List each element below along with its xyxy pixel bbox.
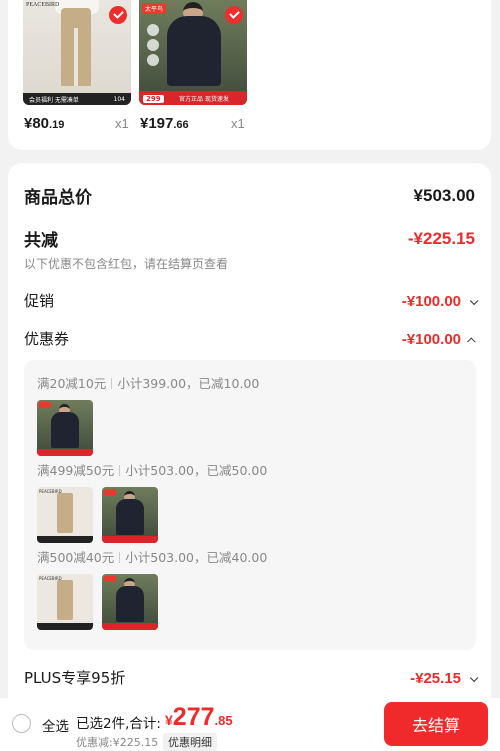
coupon-value-group: -¥100.00 [401, 329, 476, 348]
total-reduce-label: 共减 [24, 231, 58, 251]
coupon-row[interactable]: 优惠券 -¥100.00 [24, 328, 476, 349]
pants-graphic [61, 8, 91, 86]
coupon-value: -¥100.00 [401, 331, 461, 348]
checkout-bar: 全选 已选2件,合计: ¥277.85 优惠减:¥225.15 优惠明细 去结算 [0, 698, 500, 751]
checked-icon[interactable] [225, 6, 243, 24]
total-reduce-value: -¥225.15 [407, 228, 475, 248]
plus-discount-row[interactable]: PLUS专享95折 -¥25.15 [24, 667, 479, 688]
coupon-item-jacket [37, 400, 93, 456]
total-price-label: 商品总价 [24, 188, 92, 208]
product-quantity: x1 [115, 116, 129, 131]
coupon-item-pants: PEACEBIRD [37, 487, 93, 543]
reduced-amount: 优惠减:¥225.15 [76, 736, 159, 749]
select-all-label[interactable]: 全选 [42, 715, 69, 735]
product-price: ¥80.19 [24, 115, 65, 132]
banner-text: 官方正品 现货速发 [179, 95, 229, 103]
product-quantity: x1 [231, 116, 245, 131]
total-price-row: 商品总价 ¥503.00 [24, 183, 475, 209]
cart-items-card: PEACEBIRD 会员福利 无需凑单 104 太平鸟 官方正品 现货速发 29… [8, 0, 491, 150]
select-all-radio[interactable] [12, 714, 31, 733]
banner-text: 会员福利 无需凑单 [29, 96, 79, 104]
coupon-rule-2: 满499减50元 小计503.00，已减50.00 [37, 463, 268, 478]
plus-discount-label: PLUS专享95折 [24, 669, 126, 687]
total-price-value: ¥503.00 [413, 185, 475, 205]
product-price: ¥197.66 [140, 115, 189, 132]
promotion-value: -¥100.00 [401, 293, 461, 310]
chevron-down-icon [469, 296, 479, 306]
feature-icons [147, 24, 159, 69]
grand-total: ¥277.85 [165, 703, 233, 731]
total-reduce-row: 共减 -¥225.15 [24, 226, 475, 252]
coupon-item-pants: PEACEBIRD [37, 574, 93, 630]
jacket-graphic [167, 16, 221, 86]
checked-icon[interactable] [109, 6, 127, 24]
discount-detail-button[interactable]: 优惠明细 [163, 733, 217, 751]
price-badge: 299 [143, 95, 164, 103]
product-banner: 会员福利 无需凑单 104 [23, 93, 131, 105]
promotion-row[interactable]: 促销 -¥100.00 [24, 290, 479, 311]
checkout-button[interactable]: 去结算 [384, 702, 488, 746]
coupon-rule-1: 满20减10元 小计399.00，已减10.00 [37, 376, 260, 391]
chevron-down-icon [469, 673, 479, 683]
discount-note: 以下优惠不包含红包，请在结算页查看 [24, 257, 229, 271]
brand-logo: PEACEBIRD [26, 2, 60, 8]
coupon-rule-3: 满500减40元 小计503.00，已减40.00 [37, 550, 268, 565]
plus-discount-value-group: -¥25.15 [410, 668, 479, 687]
brand-badge: 太平鸟 [142, 3, 167, 14]
chevron-up-icon [467, 337, 476, 346]
product-thumbnail-pants[interactable]: PEACEBIRD 会员福利 无需凑单 104 [23, 0, 131, 105]
plus-discount-value: -¥25.15 [410, 670, 461, 687]
product-thumbnail-jacket[interactable]: 太平鸟 官方正品 现货速发 299 [139, 0, 247, 105]
banner-number: 104 [113, 95, 125, 103]
selected-count: 已选2件,合计: [76, 716, 161, 732]
coupon-label: 优惠券 [24, 330, 70, 348]
coupon-item-jacket [102, 487, 158, 543]
promotion-label: 促销 [24, 292, 55, 310]
coupon-item-jacket [102, 574, 158, 630]
coupon-details: 满20减10元 小计399.00，已减10.00 满499减50元 小计503.00… [24, 360, 476, 650]
promotion-value-group: -¥100.00 [401, 291, 479, 310]
price-summary-card: 商品总价 ¥503.00 共减 -¥225.15 以下优惠不包含红包，请在结算页… [8, 163, 491, 708]
